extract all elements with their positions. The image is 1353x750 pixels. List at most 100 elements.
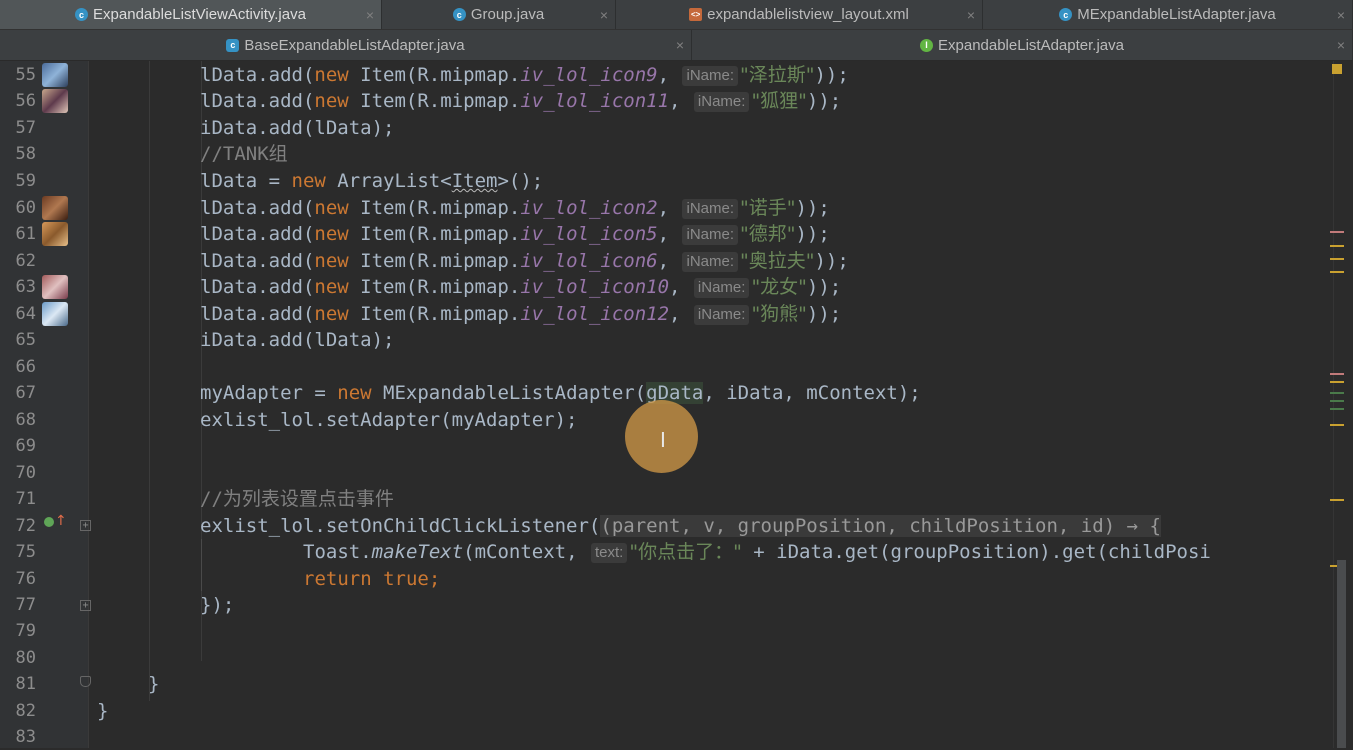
tab-baseexpandablelistadapter[interactable]: c BaseExpandableListAdapter.java ×: [0, 30, 692, 60]
editor-tabs-row-2: c BaseExpandableListAdapter.java × I Exp…: [0, 30, 1353, 61]
code-line-55[interactable]: lData.add(new Item(R.mipmap.iv_lol_icon9…: [200, 62, 849, 88]
warning-marker-icon[interactable]: [1332, 64, 1342, 74]
line-number: 77: [15, 595, 36, 615]
tab-label: Group.java: [470, 6, 545, 23]
tab-label: expandablelistview_layout.xml: [707, 6, 909, 23]
champion-image-icon[interactable]: [42, 89, 68, 113]
tab-expandablelistadapter[interactable]: I ExpandableListAdapter.java ×: [692, 30, 1353, 60]
champion-image-icon[interactable]: [42, 63, 68, 87]
tab-label: ExpandableListAdapter.java: [938, 36, 1124, 54]
tab-expandablelistview-layout[interactable]: <> expandablelistview_layout.xml ×: [616, 0, 983, 29]
abstract-class-icon: c: [226, 38, 240, 52]
code-line-67[interactable]: myAdapter = new MExpandableListAdapter(g…: [200, 380, 921, 406]
line-number: 56: [15, 91, 36, 111]
code-line-63[interactable]: lData.add(new Item(R.mipmap.iv_lol_icon1…: [200, 274, 841, 300]
param-hint: iName:: [693, 277, 750, 298]
line-number: 67: [15, 383, 36, 403]
folded-lambda: (parent, v, groupPosition, childPosition…: [600, 515, 1161, 537]
tab-expandablelistviewactivity[interactable]: c ExpandableListViewActivity.java ×: [0, 0, 382, 29]
code-line-59[interactable]: lData = new ArrayList<Item>();: [200, 168, 543, 194]
error-stripe-mark[interactable]: [1330, 424, 1344, 426]
error-stripe-mark[interactable]: [1330, 373, 1344, 375]
code-line-56[interactable]: lData.add(new Item(R.mipmap.iv_lol_icon1…: [200, 88, 841, 114]
error-stripe-mark[interactable]: [1330, 499, 1344, 501]
override-marker-icon[interactable]: [44, 517, 54, 527]
code-line-62[interactable]: lData.add(new Item(R.mipmap.iv_lol_icon6…: [200, 248, 849, 274]
code-line-71[interactable]: //为列表设置点击事件: [200, 486, 394, 512]
code-line-77[interactable]: });: [200, 592, 234, 618]
line-number: 71: [15, 489, 36, 509]
line-number: 65: [15, 330, 36, 350]
code-line-82[interactable]: }: [97, 698, 108, 724]
code-line-64[interactable]: lData.add(new Item(R.mipmap.iv_lol_icon1…: [200, 301, 841, 327]
tab-group[interactable]: c Group.java ×: [382, 0, 616, 29]
error-stripe-mark[interactable]: [1330, 258, 1344, 260]
line-number: 83: [15, 727, 36, 747]
close-icon[interactable]: ×: [600, 7, 608, 23]
close-icon[interactable]: ×: [967, 7, 975, 23]
champion-image-icon[interactable]: [42, 196, 68, 220]
code-line-81[interactable]: }: [148, 671, 159, 697]
code-line-58[interactable]: //TANK组: [200, 141, 288, 167]
line-number: 81: [15, 674, 36, 694]
xml-file-icon: <>: [689, 8, 703, 21]
param-hint: iName:: [693, 304, 750, 325]
line-number: 64: [15, 304, 36, 324]
error-stripe-mark[interactable]: [1330, 392, 1344, 394]
code-line-75[interactable]: Toast.makeText(mContext, text: "你点击了：" + …: [303, 539, 1211, 565]
editor-tabs-row-1: c ExpandableListViewActivity.java × c Gr…: [0, 0, 1353, 30]
scrollbar-thumb[interactable]: [1337, 560, 1346, 748]
editor-gutter[interactable]: 55 56 57 58 59 60 61 62 63 64 65 66 67 6…: [0, 61, 91, 748]
param-hint: iName:: [682, 198, 738, 219]
line-number: 59: [15, 171, 36, 191]
line-number: 75: [15, 542, 36, 562]
close-icon[interactable]: ×: [676, 37, 684, 53]
line-number: 80: [15, 648, 36, 668]
code-editor[interactable]: lData.add(new Item(R.mipmap.iv_lol_icon9…: [89, 61, 1333, 748]
param-hint: iName:: [682, 224, 738, 245]
line-number: 72: [15, 516, 36, 536]
line-number: 55: [15, 65, 36, 85]
tab-label: MExpandableListAdapter.java: [1077, 6, 1276, 23]
code-line-57[interactable]: iData.add(lData);: [200, 115, 394, 141]
code-line-76[interactable]: return true;: [303, 566, 440, 592]
close-icon[interactable]: ×: [366, 7, 374, 23]
tab-label: ExpandableListViewActivity.java: [93, 6, 306, 23]
line-number: 61: [15, 224, 36, 244]
line-number: 62: [15, 251, 36, 271]
champion-image-icon[interactable]: [42, 222, 68, 246]
line-number: 82: [15, 701, 36, 721]
param-hint: iName:: [693, 91, 750, 112]
indent-guide: [149, 61, 150, 701]
param-hint: iName:: [682, 251, 738, 272]
line-number: 70: [15, 463, 36, 483]
code-line-60[interactable]: lData.add(new Item(R.mipmap.iv_lol_icon2…: [200, 195, 830, 221]
tab-mexpandablelistadapter[interactable]: c MExpandableListAdapter.java ×: [983, 0, 1353, 29]
line-number: 76: [15, 569, 36, 589]
param-hint: iName:: [682, 65, 738, 86]
champion-image-icon[interactable]: [42, 302, 68, 326]
class-c-icon: c: [1059, 8, 1073, 21]
code-line-72[interactable]: exlist_lol.setOnChildClickListener((pare…: [200, 513, 1161, 539]
param-hint: text:: [591, 542, 628, 563]
code-line-61[interactable]: lData.add(new Item(R.mipmap.iv_lol_icon5…: [200, 221, 830, 247]
error-stripe-mark[interactable]: [1330, 245, 1344, 247]
class-c-icon: c: [75, 8, 89, 21]
line-number: 79: [15, 621, 36, 641]
close-icon[interactable]: ×: [1337, 37, 1345, 53]
error-stripe-mark[interactable]: [1330, 231, 1344, 233]
error-stripe-mark[interactable]: [1330, 271, 1344, 273]
close-icon[interactable]: ×: [1337, 7, 1345, 23]
error-stripe-mark[interactable]: [1330, 381, 1344, 383]
arrow-up-icon[interactable]: ↑: [55, 513, 67, 529]
champion-image-icon[interactable]: [42, 275, 68, 299]
line-number: 66: [15, 357, 36, 377]
code-line-65[interactable]: iData.add(lData);: [200, 327, 394, 353]
line-number: 63: [15, 277, 36, 297]
code-line-68[interactable]: exlist_lol.setAdapter(myAdapter);: [200, 407, 578, 433]
indent-guide: [201, 539, 202, 591]
error-stripe-mark[interactable]: [1330, 400, 1344, 402]
line-number: 58: [15, 144, 36, 164]
error-stripe-mark[interactable]: [1330, 408, 1344, 410]
text-cursor-icon: I: [660, 428, 666, 452]
